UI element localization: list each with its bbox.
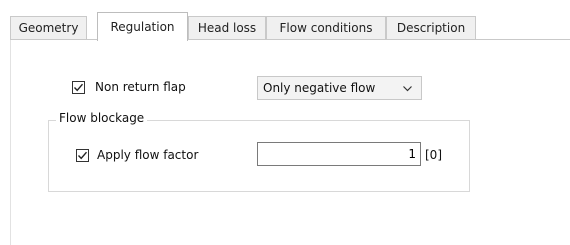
tab-head-loss[interactable]: Head loss (188, 16, 266, 39)
tab-description[interactable]: Description (386, 16, 476, 39)
non-return-flap-label: Non return flap (95, 80, 186, 94)
flow-direction-select[interactable]: Only negative flow (257, 76, 422, 100)
flow-direction-value: Only negative flow (263, 81, 376, 95)
tab-geometry[interactable]: Geometry (10, 16, 87, 39)
tab-flow-conditions[interactable]: Flow conditions (266, 16, 386, 39)
apply-flow-factor-checkbox[interactable] (76, 149, 89, 162)
check-icon (73, 83, 84, 92)
tab-regulation[interactable]: Regulation (97, 12, 188, 41)
non-return-flap-checkbox[interactable] (72, 81, 85, 94)
tab-strip: Geometry Regulation Head loss Flow condi… (10, 12, 570, 41)
flow-blockage-title: Flow blockage (56, 111, 148, 125)
flow-factor-input[interactable] (257, 142, 421, 166)
regulation-dialog-page: Geometry Regulation Head loss Flow condi… (0, 0, 570, 245)
check-icon (77, 151, 88, 160)
apply-flow-factor-label: Apply flow factor (97, 148, 199, 162)
flow-factor-unit: [0] (425, 148, 442, 162)
chevron-down-icon (403, 86, 412, 92)
